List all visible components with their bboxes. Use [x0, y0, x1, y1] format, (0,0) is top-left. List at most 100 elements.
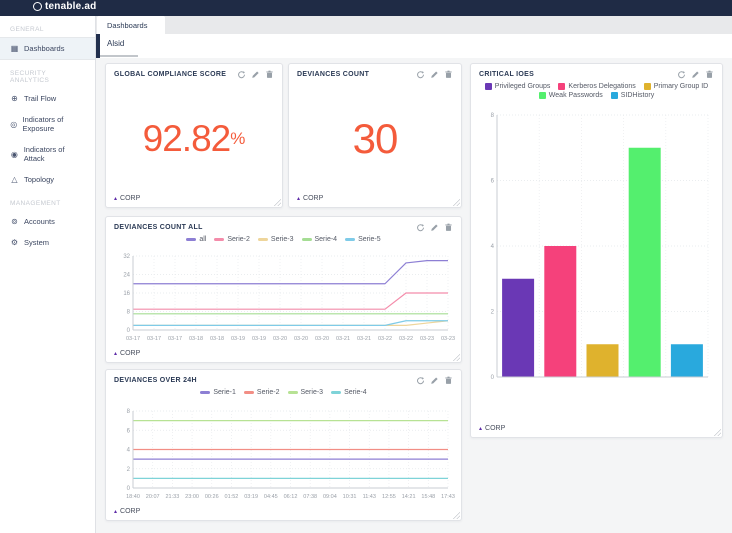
svg-text:16: 16	[123, 291, 130, 297]
corp-label: CORP	[120, 195, 140, 202]
tab-alsid[interactable]: Alsid	[107, 39, 124, 48]
card-title: CRITICAL IOES	[479, 71, 534, 78]
sidebar-item-indicators-of-attack[interactable]: ◉ Indicators of Attack	[0, 139, 95, 169]
card-resize-handle[interactable]	[273, 198, 281, 206]
legend-swatch	[345, 238, 355, 241]
svg-text:07:38: 07:38	[303, 494, 317, 500]
tenable-logo[interactable]: tenable.ad	[33, 1, 96, 12]
legend-swatch	[558, 83, 565, 90]
legend-item[interactable]: Serie-5	[345, 236, 381, 243]
legend-swatch	[302, 238, 312, 241]
legend-label: Serie-5	[358, 236, 381, 243]
refresh-icon[interactable]	[416, 223, 425, 232]
refresh-icon[interactable]	[416, 376, 425, 385]
legend-item[interactable]: Primary Group ID	[644, 83, 708, 90]
deviances-count-all-legend: all Serie-2 Serie-3 Serie-4 Serie-5	[106, 234, 461, 243]
compliance-score-value: 92.82	[143, 118, 231, 160]
corp-footer-toggle[interactable]: ▴ CORP	[114, 195, 140, 202]
tab-strip: Dashboards	[96, 16, 732, 34]
legend-label: Primary Group ID	[654, 83, 708, 90]
sidebar: GENERAL ▦ Dashboards SECURITY ANALYTICS …	[0, 16, 96, 533]
legend-swatch	[539, 92, 546, 99]
indicators-of-attack-icon: ◉	[10, 150, 19, 159]
indicators-of-exposure-icon: ◎	[10, 120, 18, 129]
svg-text:0: 0	[127, 486, 131, 492]
svg-text:17:43: 17:43	[441, 494, 455, 500]
tab-dashboards[interactable]: Dashboards	[97, 16, 165, 34]
corp-triangle-icon: ▴	[114, 351, 117, 357]
legend-item[interactable]: Weak Passwords	[539, 92, 603, 99]
legend-label: Weak Passwords	[549, 92, 603, 99]
legend-swatch	[244, 391, 254, 394]
sidebar-item-topology[interactable]: △ Topology	[0, 169, 95, 190]
top-navbar: tenable.ad	[0, 0, 732, 16]
svg-text:03-17: 03-17	[168, 336, 182, 342]
svg-text:03-19: 03-19	[231, 336, 245, 342]
sidebar-item-label: Indicators of Exposure	[23, 115, 85, 133]
legend-item[interactable]: Serie-4	[302, 236, 338, 243]
delete-icon[interactable]	[444, 376, 453, 385]
corp-footer-toggle[interactable]: ▴ CORP	[114, 508, 140, 515]
delete-icon[interactable]	[444, 223, 453, 232]
card-title: DEVIANCES OVER 24H	[114, 377, 197, 384]
svg-text:03-23: 03-23	[420, 336, 434, 342]
legend-swatch	[186, 238, 196, 241]
deviances-count-all-chart[interactable]: 0816243203-1703-1703-1703-1803-1803-1903…	[113, 251, 456, 348]
legend-item[interactable]: SIDHistory	[611, 92, 654, 99]
corp-triangle-icon: ▴	[114, 196, 117, 202]
corp-footer-toggle[interactable]: ▴ CORP	[114, 350, 140, 357]
delete-icon[interactable]	[705, 70, 714, 79]
svg-text:09:04: 09:04	[323, 494, 337, 500]
delete-icon[interactable]	[265, 70, 274, 79]
corp-footer-toggle[interactable]: ▴ CORP	[479, 425, 505, 432]
card-deviances-over-24h: DEVIANCES OVER 24H Serie-1 Serie-2 Serie-3…	[105, 369, 462, 521]
critical-ioes-chart[interactable]: 02468	[479, 110, 716, 410]
sidebar-item-label: Indicators of Attack	[24, 145, 85, 163]
legend-item[interactable]: Privileged Groups	[485, 83, 551, 90]
sidebar-item-system[interactable]: ⚙ System	[0, 232, 95, 253]
svg-text:10:31: 10:31	[343, 494, 357, 500]
legend-item[interactable]: Serie-1	[200, 389, 236, 396]
edit-icon[interactable]	[691, 70, 700, 79]
corp-label: CORP	[120, 350, 140, 357]
sidebar-item-trail-flow[interactable]: ⊕ Trail Flow	[0, 88, 95, 109]
legend-item[interactable]: Serie-3	[288, 389, 324, 396]
edit-icon[interactable]	[430, 223, 439, 232]
legend-item[interactable]: all	[186, 236, 206, 243]
corp-footer-toggle[interactable]: ▴ CORP	[297, 195, 323, 202]
sidebar-item-indicators-of-exposure[interactable]: ◎ Indicators of Exposure	[0, 109, 95, 139]
legend-item[interactable]: Kerberos Delegations	[558, 83, 635, 90]
legend-swatch	[214, 238, 224, 241]
svg-text:03-20: 03-20	[294, 336, 308, 342]
card-resize-handle[interactable]	[452, 353, 460, 361]
edit-icon[interactable]	[251, 70, 260, 79]
legend-label: SIDHistory	[621, 92, 654, 99]
refresh-icon[interactable]	[237, 70, 246, 79]
svg-text:00:26: 00:26	[205, 494, 219, 500]
content-area: Dashboards Alsid GLOBAL COMPLIANCE SCORE…	[96, 16, 732, 533]
svg-text:20:07: 20:07	[146, 494, 160, 500]
sidebar-item-dashboards[interactable]: ▦ Dashboards	[0, 37, 95, 60]
legend-item[interactable]: Serie-2	[214, 236, 250, 243]
legend-item[interactable]: Serie-4	[331, 389, 367, 396]
refresh-icon[interactable]	[677, 70, 686, 79]
card-resize-handle[interactable]	[452, 511, 460, 519]
svg-text:2: 2	[491, 310, 495, 316]
svg-text:03-17: 03-17	[126, 336, 140, 342]
card-global-compliance-score: GLOBAL COMPLIANCE SCORE 92.82% ▴ CORP	[105, 63, 283, 208]
card-resize-handle[interactable]	[452, 198, 460, 206]
sidebar-item-accounts[interactable]: ⊚ Accounts	[0, 211, 95, 232]
svg-text:01:52: 01:52	[225, 494, 239, 500]
legend-item[interactable]: Serie-2	[244, 389, 280, 396]
corp-triangle-icon: ▴	[114, 509, 117, 515]
refresh-icon[interactable]	[416, 70, 425, 79]
delete-icon[interactable]	[444, 70, 453, 79]
card-resize-handle[interactable]	[713, 428, 721, 436]
edit-icon[interactable]	[430, 70, 439, 79]
legend-item[interactable]: Serie-3	[258, 236, 294, 243]
card-deviances-count: DEVIANCES COUNT 30 ▴ CORP	[288, 63, 462, 208]
legend-swatch	[258, 238, 268, 241]
edit-icon[interactable]	[430, 376, 439, 385]
svg-text:4: 4	[127, 448, 131, 454]
deviances-over-24h-chart[interactable]: 0246818:4020:0721:3323:0000:2601:5203:19…	[113, 406, 456, 506]
